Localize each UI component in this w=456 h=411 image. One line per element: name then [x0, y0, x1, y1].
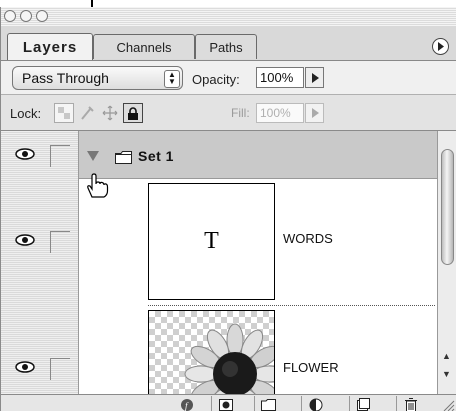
fill-label: Fill: — [231, 106, 250, 120]
scrollbar-thumb[interactable] — [441, 149, 454, 265]
lock-transparency-button[interactable] — [54, 103, 74, 123]
tab-channels[interactable]: Channels — [93, 34, 195, 59]
hand-cursor-icon — [87, 173, 109, 198]
new-set-button[interactable] — [254, 396, 282, 411]
lock-row: Lock: Fill: 100% — [1, 95, 456, 131]
link-column — [43, 131, 79, 394]
opacity-label: Opacity: — [192, 72, 240, 87]
eye-icon[interactable] — [15, 234, 35, 246]
expand-triangle-icon[interactable] — [87, 151, 99, 161]
fill-field[interactable]: 100% — [256, 103, 304, 123]
lock-all-button[interactable] — [123, 103, 143, 123]
link-toggle[interactable] — [50, 231, 70, 253]
lock-position-button[interactable] — [100, 103, 120, 123]
scroll-down-arrow-icon[interactable]: ▼ — [442, 369, 451, 379]
layer-style-icon: f — [181, 398, 193, 411]
blend-mode-select[interactable]: Pass Through ▲ ▼ — [12, 66, 183, 90]
arrow-right-icon — [311, 72, 319, 83]
folder-icon — [261, 398, 276, 411]
lock-icon — [128, 106, 138, 120]
delete-layer-button[interactable] — [396, 396, 424, 411]
arrow-right-icon — [311, 108, 319, 118]
scroll-up-arrow-icon[interactable]: ▲ — [442, 351, 451, 361]
lock-image-button[interactable] — [77, 103, 97, 123]
layer-set-row[interactable]: Set 1 — [79, 131, 437, 179]
layer-thumbnail-flower[interactable] — [148, 310, 275, 394]
layer-divider — [148, 305, 435, 306]
lock-label: Lock: — [10, 106, 42, 121]
layers-list: Set 1 T WORDS FLOWER — [1, 131, 437, 394]
vertical-scrollbar[interactable]: ▲ ▼ — [437, 131, 456, 394]
zoom-window-button[interactable] — [36, 10, 48, 22]
layer-name-flower[interactable]: FLOWER — [283, 360, 339, 375]
tab-paths[interactable]: Paths — [195, 34, 257, 59]
add-layer-style-button[interactable]: f — [173, 396, 201, 411]
palette-menu-button[interactable] — [432, 38, 449, 55]
move-icon — [102, 105, 118, 121]
folder-icon — [115, 151, 132, 164]
select-arrows-icon: ▲ ▼ — [164, 70, 180, 88]
opacity-slider-button[interactable] — [305, 67, 324, 88]
checkerboard-icon — [58, 107, 70, 119]
layers-palette: Layers Channels Paths Pass Through ▲ ▼ Op… — [0, 7, 456, 411]
fill-slider-button[interactable] — [305, 103, 324, 123]
opacity-field[interactable]: 100% — [256, 67, 304, 88]
sunflower-image — [184, 323, 274, 394]
mask-icon — [218, 398, 233, 411]
palette-titlebar — [1, 7, 456, 26]
eye-icon[interactable] — [15, 361, 35, 373]
tab-layers[interactable]: Layers — [7, 33, 93, 60]
layer-thumbnail-words[interactable]: T — [148, 183, 275, 300]
new-layer-button[interactable] — [349, 396, 377, 411]
add-mask-button[interactable] — [211, 396, 239, 411]
layer-name-words[interactable]: WORDS — [283, 231, 333, 246]
visibility-column — [1, 131, 44, 394]
layer-set-name: Set 1 — [138, 148, 174, 164]
palette-tabs: Layers Channels Paths — [1, 26, 456, 61]
resize-grip-icon[interactable] — [441, 398, 455, 411]
palette-menu-icon — [438, 42, 444, 51]
eye-icon[interactable] — [15, 148, 35, 160]
new-layer-icon — [357, 398, 370, 411]
new-adjustment-layer-button[interactable] — [301, 396, 329, 411]
blend-options-row: Pass Through ▲ ▼ Opacity: 100% — [1, 61, 456, 95]
link-toggle[interactable] — [50, 145, 70, 167]
brush-icon — [81, 106, 94, 120]
adjustment-layer-icon — [309, 398, 322, 411]
palette-bottom-bar: f — [1, 394, 456, 411]
minimize-window-button[interactable] — [20, 10, 32, 22]
trash-icon — [404, 397, 417, 411]
close-window-button[interactable] — [4, 10, 16, 22]
link-toggle[interactable] — [50, 358, 70, 380]
blend-mode-value: Pass Through — [22, 70, 109, 86]
